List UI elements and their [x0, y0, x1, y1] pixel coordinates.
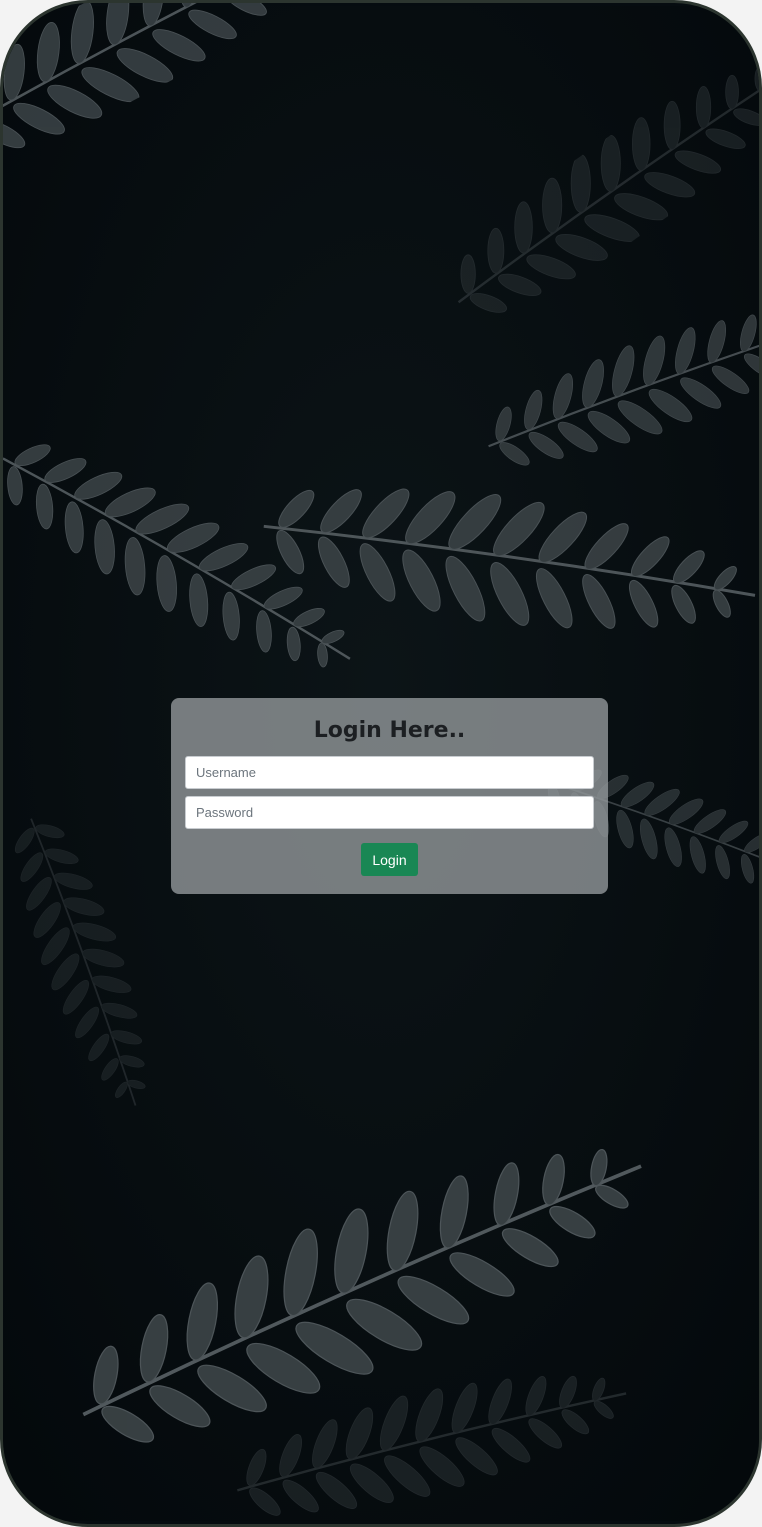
login-button[interactable]: Login [361, 843, 418, 876]
password-input[interactable] [185, 796, 594, 829]
button-row: Login [185, 843, 594, 876]
device-frame: Login Here.. Login [0, 0, 762, 1527]
login-title: Login Here.. [313, 718, 466, 743]
username-input[interactable] [185, 756, 594, 789]
login-form: Login Here.. Login [171, 698, 608, 894]
